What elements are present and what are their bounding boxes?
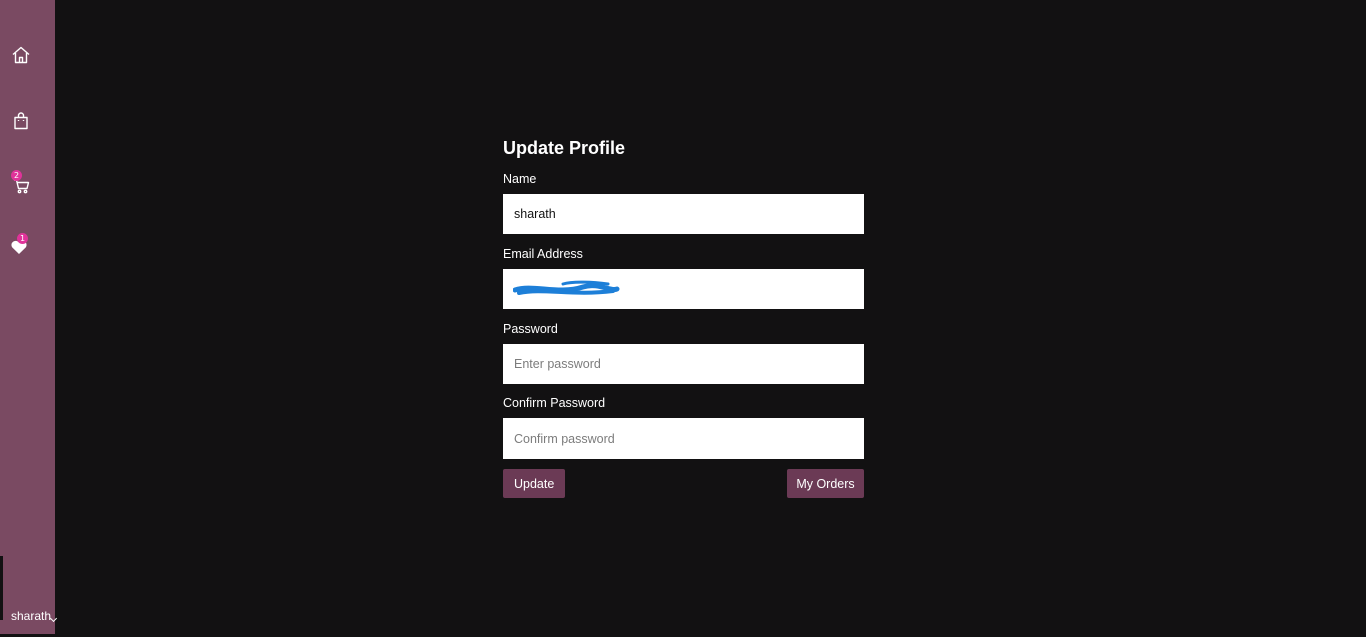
update-button[interactable]: Update [503, 469, 566, 498]
email-field[interactable] [503, 269, 864, 309]
user-menu[interactable]: sharath [0, 556, 58, 623]
password-field[interactable] [503, 344, 864, 384]
email-label: Email Address [503, 247, 583, 261]
home-icon[interactable] [10, 44, 32, 66]
name-field[interactable] [503, 194, 864, 234]
my-orders-button[interactable]: My Orders [787, 469, 864, 498]
user-name: sharath [11, 609, 52, 623]
update-profile-form: Update Profile Name Email Address Passwo… [503, 137, 864, 459]
confirm-password-field[interactable] [503, 418, 864, 459]
confirm-password-label: Confirm Password [503, 396, 606, 410]
name-label: Name [503, 172, 537, 186]
page-title: Update Profile [503, 138, 626, 158]
password-label: Password [503, 322, 558, 336]
cart-count-badge: 2 [11, 170, 22, 181]
sidebar: 2 1 sharath [0, 0, 58, 634]
shopping-bag-icon[interactable] [10, 110, 32, 132]
active-indicator [0, 556, 3, 620]
wishlist-count-badge: 1 [17, 233, 28, 244]
